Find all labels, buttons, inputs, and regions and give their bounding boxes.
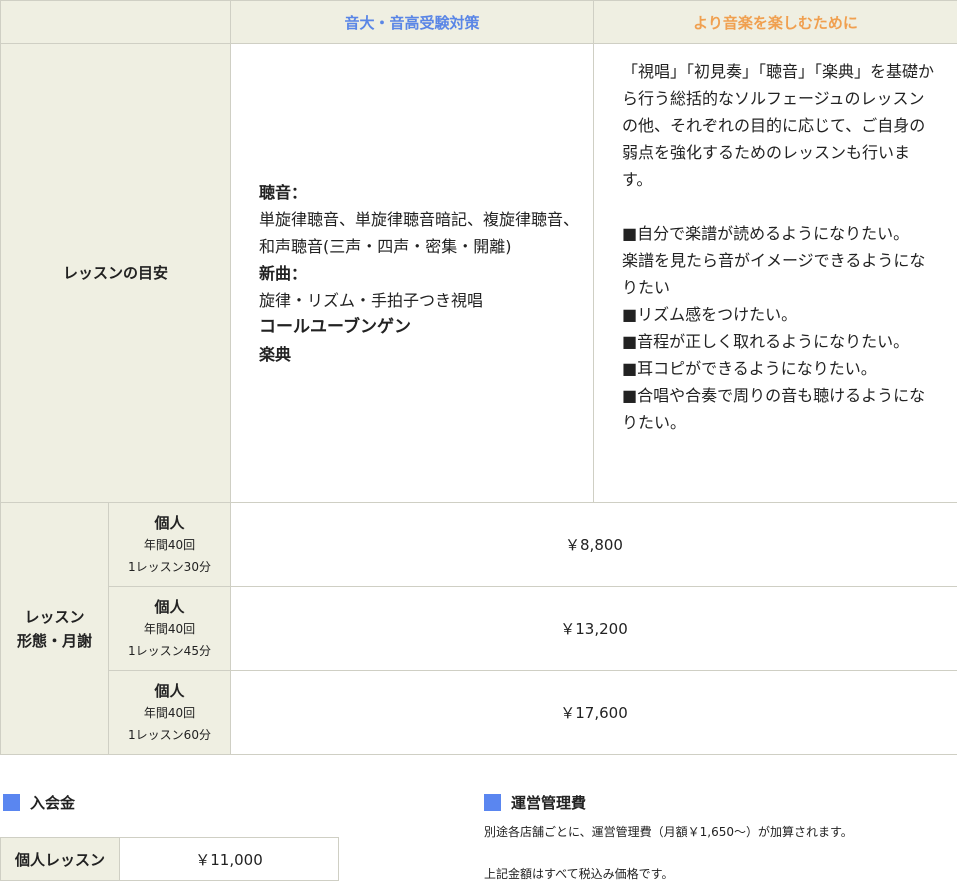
fee-count: 年間40回: [109, 534, 230, 556]
header-row: 音大・音高受験対策 より音楽を楽しむために: [1, 1, 957, 44]
koruyubungen: コールユーブンゲン: [259, 314, 579, 341]
enjoy-intro: 「視唱」「初見奏」「聴音」「楽典」を基礎から行う総括的なソルフェージュのレッスン…: [622, 58, 939, 193]
fee-length: 1レッスン30分: [109, 556, 230, 578]
enjoy-item: 楽譜を見たら音がイメージできるようになりたい: [622, 247, 939, 301]
enjoy-item: ■音程が正しく取れるようになりたい。: [622, 328, 939, 355]
header-empty-cell: [1, 1, 231, 44]
fee-type: 個人: [109, 512, 230, 534]
admission-title-text: 入会金: [30, 792, 75, 813]
fee-type: 個人: [109, 680, 230, 702]
fee-type: 個人: [109, 596, 230, 618]
fee-price: ￥13,200: [231, 587, 957, 671]
listening-title: 聴音：: [259, 179, 579, 206]
fee-label: レッスン 形態・月謝: [1, 503, 109, 755]
fee-label-line1: レッスン: [24, 608, 84, 626]
fee-length: 1レッスン60分: [109, 724, 230, 746]
fee-price: ￥8,800: [231, 503, 957, 587]
admission-table: 個人レッスン ￥11,000: [0, 837, 339, 881]
enjoy-item: ■自分で楽譜が読めるようになりたい。: [622, 220, 939, 247]
enjoy-item: ■耳コピができるようになりたい。: [622, 355, 939, 382]
enjoy-item: ■リズム感をつけたい。: [622, 301, 939, 328]
management-note: 別途各店舗ごとに、運営管理費（月額￥1,650～）が加算されます。: [484, 823, 853, 840]
fee-row: 個人 年間40回 1レッスン45分 ￥13,200: [1, 587, 957, 671]
newsong-title: 新曲：: [259, 260, 579, 287]
square-bullet-icon: [3, 794, 20, 811]
lesson-table: 音大・音高受験対策 より音楽を楽しむために レッスンの目安 聴音： 単旋律聴音、…: [0, 0, 957, 755]
fee-type-cell: 個人 年間40回 1レッスン60分: [109, 671, 231, 755]
admission-title: 入会金: [3, 792, 75, 813]
fee-count: 年間40回: [109, 702, 230, 724]
fee-row: 個人 年間40回 1レッスン60分 ￥17,600: [1, 671, 957, 755]
listening-body: 単旋律聴音、単旋律聴音暗記、複旋律聴音、和声聴音(三声・四声・密集・開離): [259, 206, 579, 260]
fee-type-cell: 個人 年間40回 1レッスン45分: [109, 587, 231, 671]
management-title: 運営管理費: [484, 792, 586, 813]
fee-price: ￥17,600: [231, 671, 957, 755]
newsong-body: 旋律・リズム・手拍子つき視唱: [259, 287, 579, 314]
fee-label-line2: 形態・月謝: [17, 632, 92, 650]
fee-length: 1レッスン45分: [109, 640, 230, 662]
admission-label: 個人レッスン: [1, 838, 120, 881]
enjoy-item: ■合唱や合奏で周りの音も聴けるようになりたい。: [622, 382, 939, 436]
goal-label: レッスンの目安: [1, 44, 231, 503]
goal-row: レッスンの目安 聴音： 単旋律聴音、単旋律聴音暗記、複旋律聴音、和声聴音(三声・…: [1, 44, 957, 503]
fee-type-cell: 個人 年間40回 1レッスン30分: [109, 503, 231, 587]
fee-row: レッスン 形態・月謝 個人 年間40回 1レッスン30分 ￥8,800: [1, 503, 957, 587]
management-title-text: 運営管理費: [511, 792, 586, 813]
goal-enjoy-cell: 「視唱」「初見奏」「聴音」「楽典」を基礎から行う総括的なソルフェージュのレッスン…: [594, 44, 957, 503]
gakuten: 楽典: [259, 341, 579, 368]
square-bullet-icon: [484, 794, 501, 811]
fee-count: 年間40回: [109, 618, 230, 640]
goal-exam-cell: 聴音： 単旋律聴音、単旋律聴音暗記、複旋律聴音、和声聴音(三声・四声・密集・開離…: [231, 44, 594, 503]
header-enjoy: より音楽を楽しむために: [594, 1, 957, 44]
admission-price: ￥11,000: [120, 838, 339, 881]
tax-note: 上記金額はすべて税込み価格です。: [484, 865, 673, 882]
header-exam: 音大・音高受験対策: [231, 1, 594, 44]
